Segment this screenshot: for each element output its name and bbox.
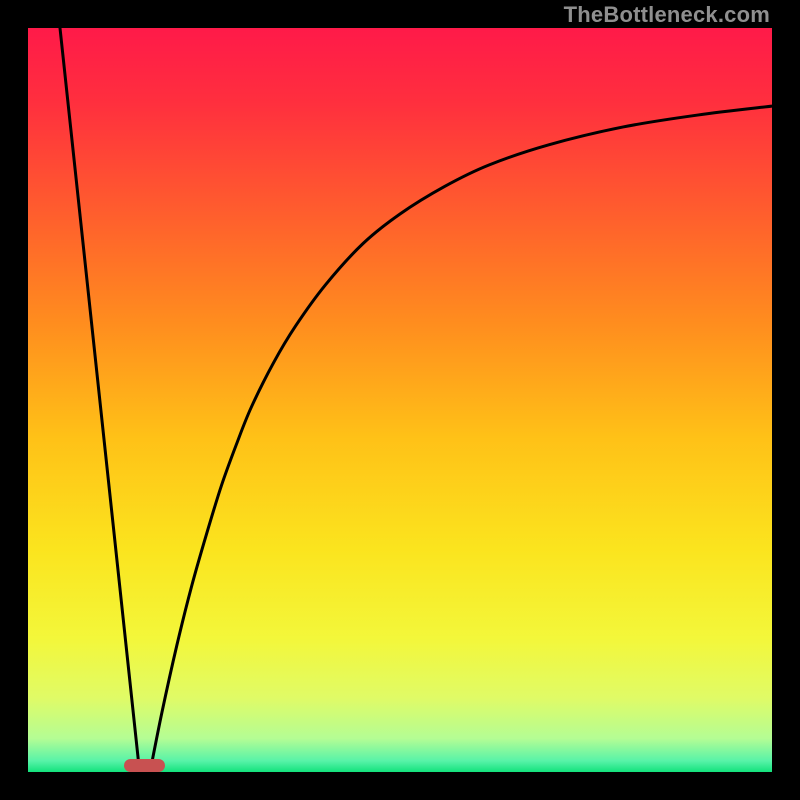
bottleneck-curve xyxy=(28,28,772,772)
frame-border-bottom xyxy=(0,772,800,800)
watermark-text: TheBottleneck.com xyxy=(564,2,770,28)
frame-border-right xyxy=(772,0,800,800)
optimum-marker xyxy=(124,759,165,772)
plot-area xyxy=(28,28,772,772)
chart-frame: TheBottleneck.com xyxy=(0,0,800,800)
frame-border-left xyxy=(0,0,28,800)
